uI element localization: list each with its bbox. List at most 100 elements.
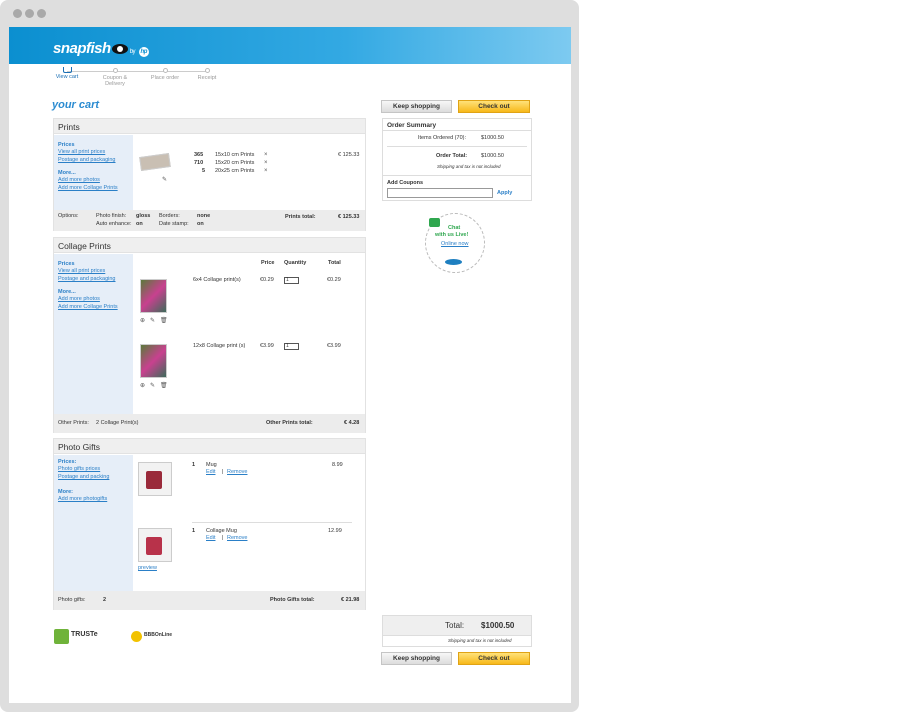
window-dot-icon[interactable] xyxy=(37,9,46,18)
step-receipt[interactable]: Receipt xyxy=(187,67,227,81)
separator: | xyxy=(222,535,224,541)
gift-name: Collage Mug xyxy=(206,528,237,534)
prints-stack-thumbnail[interactable] xyxy=(139,152,171,172)
zoom-icon[interactable]: ⊕ xyxy=(140,382,145,389)
view-all-print-prices-link[interactable]: View all print prices xyxy=(58,148,129,156)
separator: | xyxy=(222,469,224,475)
order-summary-heading: Order Summary xyxy=(383,119,531,131)
total-row: Total: $1000.50 xyxy=(383,616,531,636)
item-desc: 6x4 Collage print(s) xyxy=(193,277,241,283)
prints-total: € 125.33 xyxy=(338,214,360,220)
borders-label: Borders: xyxy=(159,213,180,219)
online-now-link[interactable]: Online now xyxy=(441,241,469,247)
remove-x-icon[interactable]: × xyxy=(264,160,268,166)
edit-link[interactable]: Edit xyxy=(206,469,215,475)
zoom-icon[interactable]: ⊕ xyxy=(140,317,145,324)
truste-badge[interactable]: TRUSTe xyxy=(54,629,109,645)
print-qty: 5 xyxy=(202,168,206,174)
apply-coupon-button[interactable]: Apply xyxy=(497,190,512,196)
photo-gifts-total-label: Photo Gifts total: xyxy=(270,597,315,603)
item-total: €3.99 xyxy=(327,343,341,349)
mug-image xyxy=(146,537,162,555)
remove-x-icon[interactable]: × xyxy=(264,152,268,158)
gift-qty: 1 xyxy=(192,528,196,534)
trash-icon[interactable]: 🗑 xyxy=(160,382,168,389)
step-view-cart[interactable]: View cart xyxy=(47,67,87,80)
remove-x-icon[interactable]: × xyxy=(264,168,268,174)
other-prints-count: 2 Collage Print(s) xyxy=(96,420,139,426)
coupon-divider xyxy=(383,175,531,176)
quantity-input[interactable]: 1 xyxy=(284,343,299,350)
quantity-input[interactable]: 1 xyxy=(284,277,299,284)
coupon-input[interactable] xyxy=(387,188,493,198)
check-out-button-bottom[interactable]: Check out xyxy=(458,652,530,665)
window-dot-icon[interactable] xyxy=(25,9,34,18)
items-ordered-value: $1000.50 xyxy=(481,135,504,141)
snapfish-logo[interactable]: snapfish by hp xyxy=(53,40,149,57)
collage-section: Collage Prints Prices View all print pri… xyxy=(53,237,366,433)
keep-shopping-button-bottom[interactable]: Keep shopping xyxy=(381,652,452,665)
add-collage-prints-link[interactable]: Add more Collage Prints xyxy=(58,303,129,311)
postage-link[interactable]: Postage and packaging xyxy=(58,156,129,164)
collage-mug-thumbnail[interactable] xyxy=(138,528,172,562)
print-desc: 15x10 cm Prints xyxy=(215,152,255,158)
col-quantity: Quantity xyxy=(284,260,307,266)
add-coupons-label: Add Coupons xyxy=(387,180,424,186)
collage-sidebar: Prices View all print prices Postage and… xyxy=(54,254,133,414)
steps-line xyxy=(67,71,207,72)
add-collage-prints-link[interactable]: Add more Collage Prints xyxy=(58,184,129,192)
live-chat-widget[interactable]: Chat with us Live! Online now xyxy=(425,213,485,273)
other-prints-total: € 4.28 xyxy=(344,420,360,426)
edit-pencil-icon[interactable]: ✎ xyxy=(162,176,167,183)
fish-mascot-icon xyxy=(445,259,462,265)
item-price: €0.29 xyxy=(260,277,274,283)
edit-link[interactable]: Edit xyxy=(206,535,215,541)
add-more-photos-link[interactable]: Add more photos xyxy=(58,295,129,303)
bbb-badge[interactable]: BBBOnLine xyxy=(131,629,181,645)
date-value: on xyxy=(197,221,204,227)
chat-line2: with us Live! xyxy=(435,232,469,238)
add-more-photogifts-link[interactable]: Add more photogifts xyxy=(58,495,129,503)
step-place-order[interactable]: Place order xyxy=(145,67,185,81)
gifts-divider xyxy=(192,522,352,523)
photo-gifts-label: Photo gifts: xyxy=(58,597,86,603)
remove-link[interactable]: Remove xyxy=(227,469,247,475)
chat-line1: Chat xyxy=(448,225,461,231)
trash-icon[interactable]: 🗑 xyxy=(160,317,168,324)
finish-value: gloss xyxy=(136,213,151,219)
remove-link[interactable]: Remove xyxy=(227,535,247,541)
postage-link[interactable]: Postage and packaging xyxy=(58,275,129,283)
browser-window: snapfish by hp View cart Coupon & Deliver… xyxy=(0,0,579,712)
add-more-photos-link[interactable]: Add more photos xyxy=(58,176,129,184)
edit-pencil-icon[interactable]: ✎ xyxy=(150,317,155,324)
window-dot-icon[interactable] xyxy=(13,9,22,18)
print-qty: 365 xyxy=(194,152,204,158)
gift-qty: 1 xyxy=(192,462,196,468)
other-prints-total-label: Other Prints total: xyxy=(266,420,313,426)
chat-bubble-icon xyxy=(429,218,440,227)
collage-thumbnail[interactable] xyxy=(140,344,167,378)
check-out-button[interactable]: Check out xyxy=(458,100,530,113)
step-coupon-delivery[interactable]: Coupon & Delivery xyxy=(95,67,135,87)
preview-link[interactable]: preview xyxy=(138,565,157,571)
page-title: your cart xyxy=(52,99,100,111)
item-desc: 12x8 Collage print (s) xyxy=(193,343,246,349)
prints-heading: Prints xyxy=(54,119,365,134)
gifts-section: Photo Gifts Prices: Photo gifts prices P… xyxy=(53,438,366,610)
truste-label: TRUSTe xyxy=(71,631,98,638)
view-all-print-prices-link[interactable]: View all print prices xyxy=(58,267,129,275)
prints-sidebar: Prices View all print prices Postage and… xyxy=(54,135,133,210)
keep-shopping-button[interactable]: Keep shopping xyxy=(381,100,452,113)
step-circle-icon xyxy=(112,68,118,73)
photo-gifts-prices-link[interactable]: Photo gifts prices xyxy=(58,465,129,473)
collage-thumbnail[interactable] xyxy=(140,279,167,313)
mug-thumbnail[interactable] xyxy=(138,462,172,496)
item-price: €3.99 xyxy=(260,343,274,349)
enhance-value: on xyxy=(136,221,143,227)
edit-pencil-icon[interactable]: ✎ xyxy=(150,382,155,389)
postage-link[interactable]: Postage and packing xyxy=(58,473,129,481)
bbb-logo-icon xyxy=(131,631,142,642)
truste-logo-icon xyxy=(54,629,69,644)
page: snapfish by hp View cart Coupon & Deliver… xyxy=(9,27,571,703)
checkout-steps: View cart Coupon & Delivery Place order … xyxy=(53,67,233,87)
